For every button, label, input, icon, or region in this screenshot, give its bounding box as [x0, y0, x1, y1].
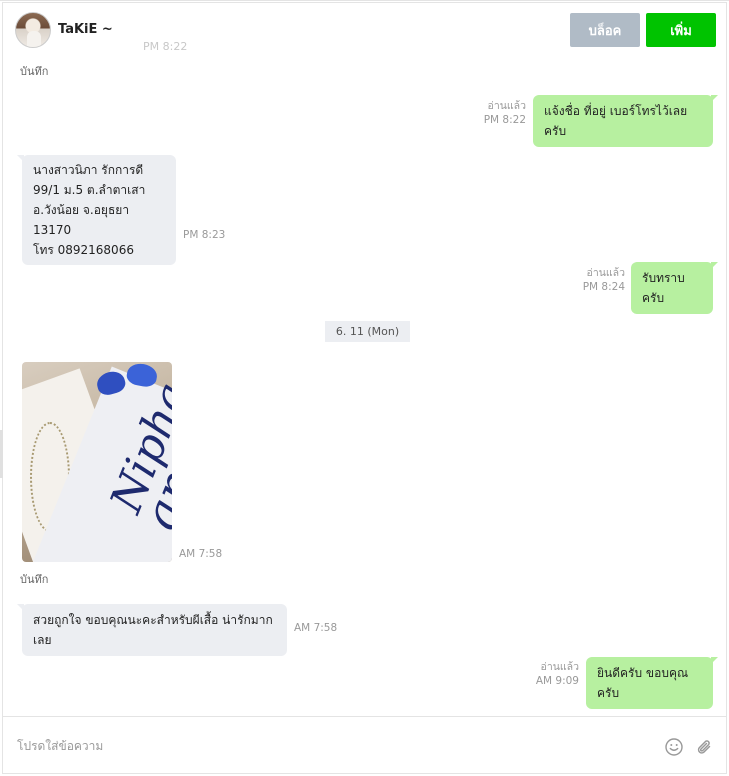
outgoing-message[interactable]: ยินดีครับ ขอบคุณครับ	[586, 657, 718, 709]
block-button[interactable]: บล็อค	[570, 13, 640, 47]
note-label[interactable]: บันทึก	[20, 570, 48, 588]
message-input-bar	[3, 716, 726, 774]
photo-message[interactable]: Nipha anu	[22, 362, 172, 562]
side-handle[interactable]	[0, 430, 3, 478]
message-meta: อ่านแล้ว PM 8:22	[470, 99, 526, 127]
message-time: AM 9:09	[535, 675, 579, 687]
message-line: โทร 0892168066	[33, 243, 134, 257]
read-status: อ่านแล้ว	[540, 661, 579, 673]
outgoing-message[interactable]: แจ้งชื่อ ที่อยู่ เบอร์โทรไว้เลยครับ	[533, 95, 718, 147]
message-meta: อ่านแล้ว PM 8:24	[570, 266, 625, 294]
contact-name[interactable]: TaKiE ~	[58, 22, 113, 37]
scrolled-timestamp: PM 8:22	[143, 40, 188, 53]
paperclip-icon[interactable]	[695, 737, 715, 757]
incoming-message[interactable]: สวยถูกใจ ขอบคุณนะคะสำหรับผีเสื้อ น่ารักม…	[17, 604, 287, 656]
message-input[interactable]	[17, 735, 617, 757]
message-time: PM 8:22	[483, 114, 526, 126]
add-friend-button[interactable]: เพิ่ม	[646, 13, 716, 47]
outgoing-message[interactable]: รับทราบครับ	[631, 262, 718, 314]
note-label[interactable]: บันทึก	[20, 62, 48, 80]
read-status: อ่านแล้ว	[487, 100, 526, 112]
message-time: PM 8:24	[582, 281, 625, 293]
message-line: อ.วังน้อย จ.อยุธยา 13170	[33, 203, 130, 237]
smiley-icon[interactable]	[664, 737, 684, 757]
message-line: นางสาวนิภา รักการดี	[33, 163, 144, 177]
message-time: AM 7:58	[179, 548, 223, 560]
incoming-message[interactable]: นางสาวนิภา รักการดี 99/1 ม.5 ต.ลำตาเสา อ…	[17, 155, 176, 265]
read-status: อ่านแล้ว	[586, 267, 625, 279]
chat-header: TaKiE ~ PM 8:22 บล็อค เพิ่ม	[3, 3, 726, 59]
message-time: AM 7:58	[294, 622, 338, 634]
avatar[interactable]	[15, 12, 51, 48]
message-meta: อ่านแล้ว AM 9:09	[524, 660, 579, 688]
avatar-figure	[27, 31, 41, 47]
message-line: 99/1 ม.5 ต.ลำตาเสา	[33, 183, 146, 197]
date-separator: 6. 11 (Mon)	[325, 321, 410, 342]
message-time: PM 8:23	[183, 229, 226, 241]
